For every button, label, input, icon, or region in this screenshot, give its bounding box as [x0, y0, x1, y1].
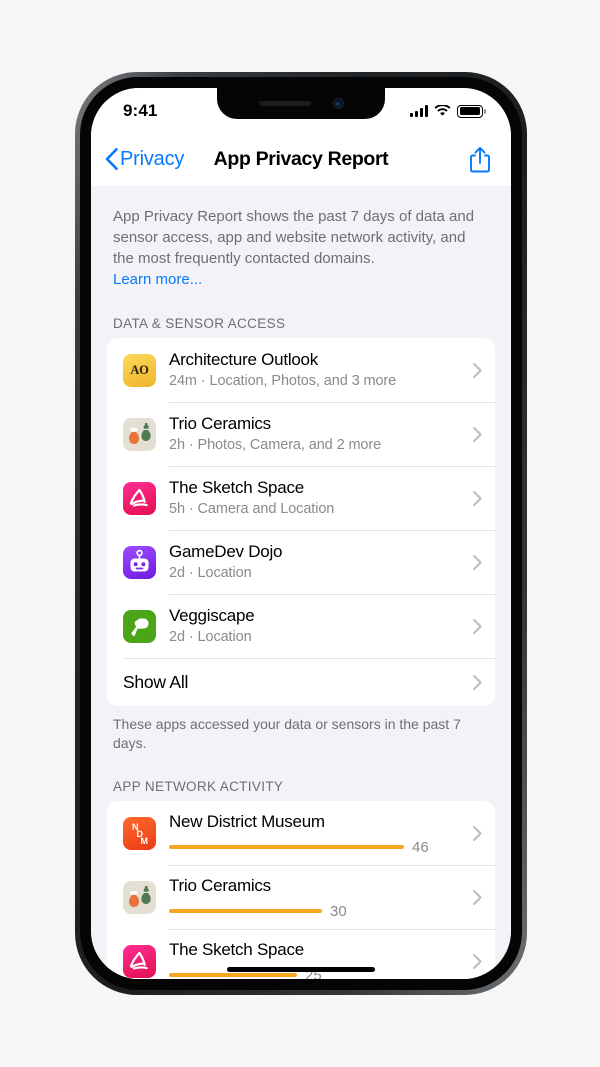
network-activity-bar [169, 908, 322, 914]
data-sensor-section-header: DATA & SENSOR ACCESS [113, 316, 286, 331]
trio-ceramics-icon [123, 880, 156, 914]
brush-stroke-glyph [129, 488, 148, 507]
network-activity-value: 46 [412, 838, 429, 856]
gamedev-dojo-icon [123, 545, 156, 579]
intro-description: App Privacy Report shows the past 7 days… [91, 186, 511, 290]
app-access-detail: 2d · Location [169, 629, 252, 645]
sketch-space-icon [123, 944, 156, 978]
app-name: Architecture Outlook [169, 350, 319, 369]
svg-text:M: M [141, 836, 149, 846]
list-item[interactable]: Trio Ceramics 2h · Photos, Camera, and 2… [107, 402, 495, 466]
data-sensor-section-footer: These apps accessed your data or sensors… [113, 716, 461, 751]
list-item[interactable]: Trio Ceramics 30 [107, 865, 495, 929]
chevron-right-icon [473, 426, 482, 442]
list-item-body: Trio Ceramics 2h · Photos, Camera, and 2… [169, 404, 465, 464]
share-icon [470, 146, 490, 172]
chevron-right-icon [473, 362, 482, 378]
list-item-body: Architecture Outlook 24m · Location, Pho… [169, 340, 465, 400]
chevron-right-icon [473, 953, 482, 969]
robot-glyph [130, 549, 149, 571]
device-screen: 9:41 Privacy App Privacy Report App Priv… [91, 88, 511, 979]
brush-stroke-glyph [129, 951, 148, 970]
network-activity-value: 30 [330, 902, 347, 920]
new-district-museum-icon: N D M [123, 816, 156, 850]
pottery-glyph [129, 885, 151, 907]
list-item-body: Trio Ceramics 30 [169, 866, 465, 929]
app-name: The Sketch Space [169, 478, 304, 497]
show-all-label: Show All [123, 672, 189, 692]
status-bar-time: 9:41 [123, 101, 158, 120]
back-button[interactable]: Privacy [105, 148, 184, 171]
chevron-right-icon [473, 889, 482, 905]
app-access-detail: 2d · Location [169, 565, 252, 581]
data-sensor-access-card: AO Architecture Outlook 24m · Location, … [107, 338, 495, 706]
app-name: New District Museum [169, 811, 325, 831]
architecture-outlook-icon: AO [123, 353, 156, 387]
ndm-monogram-glyph: N D M [132, 822, 149, 846]
show-all-button[interactable]: Show All [107, 658, 495, 706]
app-network-activity-card: N D M New District Museum 46 Trio Cerami… [107, 801, 495, 979]
chevron-right-icon [473, 825, 482, 841]
app-access-detail: 2h · Photos, Camera, and 2 more [169, 437, 382, 453]
home-indicator[interactable] [227, 966, 375, 972]
list-item[interactable]: N D M New District Museum 46 [107, 801, 495, 865]
cellular-signal-icon [410, 105, 428, 117]
list-item-body: Show All [123, 662, 465, 702]
app-name: GameDev Dojo [169, 542, 283, 561]
earpiece-speaker-icon [258, 101, 311, 106]
chevron-left-icon [105, 148, 118, 170]
app-name: The Sketch Space [169, 939, 304, 959]
share-button[interactable] [469, 146, 491, 173]
sketch-space-icon [123, 481, 156, 515]
pottery-glyph [129, 422, 151, 444]
app-name: Trio Ceramics [169, 875, 271, 895]
learn-more-link[interactable]: Learn more... [113, 271, 202, 288]
list-item-body: The Sketch Space 5h · Camera and Locatio… [169, 468, 465, 528]
network-activity-bar [169, 972, 297, 978]
iphone-device-frame: 9:41 Privacy App Privacy Report App Priv… [75, 72, 527, 995]
intro-text: App Privacy Report shows the past 7 days… [113, 208, 475, 267]
app-icon-monogram: AO [130, 362, 149, 377]
list-item[interactable]: GameDev Dojo 2d · Location [107, 530, 495, 594]
app-access-detail: 24m · Location, Photos, and 3 more [169, 373, 397, 389]
network-activity-section-header: APP NETWORK ACTIVITY [113, 779, 284, 794]
list-item[interactable]: AO Architecture Outlook 24m · Location, … [107, 338, 495, 402]
notch [217, 88, 385, 119]
chevron-right-icon [473, 674, 482, 690]
device-bezel: 9:41 Privacy App Privacy Report App Priv… [80, 77, 522, 990]
battery-icon [457, 104, 486, 118]
network-activity-bar [169, 844, 404, 850]
broccoli-glyph [131, 617, 149, 636]
list-item-body: Veggiscape 2d · Location [169, 596, 465, 656]
trio-ceramics-icon [123, 417, 156, 451]
settings-scroll-view[interactable]: App Privacy Report shows the past 7 days… [91, 186, 511, 979]
network-activity-bar-row: 30 [169, 903, 465, 920]
chevron-right-icon [473, 554, 482, 570]
navigation-bar: Privacy App Privacy Report [91, 132, 511, 186]
app-name: Trio Ceramics [169, 414, 271, 433]
list-item-body: New District Museum 46 [169, 802, 465, 865]
app-access-detail: 5h · Camera and Location [169, 501, 335, 517]
chevron-right-icon [473, 490, 482, 506]
list-item-body: GameDev Dojo 2d · Location [169, 532, 465, 592]
list-item[interactable]: Veggiscape 2d · Location [107, 594, 495, 658]
front-camera-icon [332, 98, 344, 109]
back-button-label: Privacy [120, 147, 185, 170]
app-name: Veggiscape [169, 606, 255, 625]
network-activity-bar-row: 46 [169, 839, 465, 856]
veggiscape-icon [123, 609, 156, 643]
wifi-icon [434, 105, 451, 117]
list-item[interactable]: The Sketch Space 5h · Camera and Locatio… [107, 466, 495, 530]
chevron-right-icon [473, 618, 482, 634]
status-bar-indicators [410, 104, 486, 118]
